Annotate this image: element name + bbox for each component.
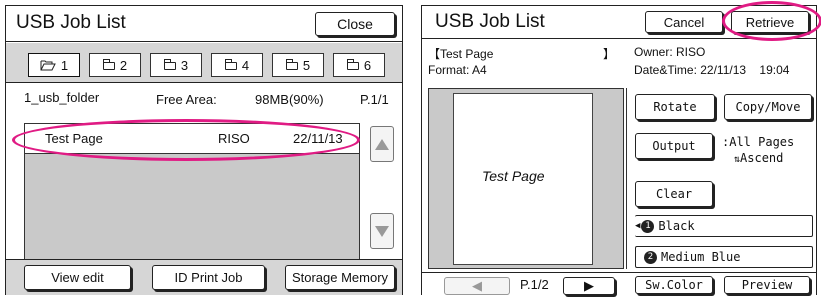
tab-folder-3[interactable]: 3 — [150, 53, 202, 77]
tab-folder-4[interactable]: 4 — [211, 53, 263, 77]
side-divider — [626, 88, 627, 269]
tab-label: 5 — [302, 57, 311, 73]
free-area-label: Free Area: — [156, 92, 217, 107]
scroll-up-button[interactable] — [370, 126, 394, 162]
arrow-left-icon: ◀ — [472, 278, 482, 293]
output-pages-info: :All Pages — [722, 135, 795, 149]
page-title: USB Job List — [16, 12, 126, 33]
copy-move-button[interactable]: Copy/Move — [724, 94, 812, 120]
usb-job-list-panel: USB Job List Close 1 2 3 4 5 6 1_usb_fol… — [5, 5, 403, 295]
rotate-button[interactable]: Rotate — [635, 94, 715, 120]
tab-label: 3 — [180, 57, 189, 73]
drum-number-badge: 1 — [641, 219, 655, 233]
open-folder-icon — [40, 60, 56, 71]
tab-label: 4 — [241, 57, 250, 73]
output-button[interactable]: Output — [635, 133, 713, 159]
highlight-ellipse — [722, 1, 821, 41]
color-drum-1[interactable]: ◀ 1 Black — [635, 215, 813, 237]
highlight-ellipse — [12, 119, 360, 161]
folder-icon — [102, 58, 115, 70]
preview-button[interactable]: Preview — [724, 276, 810, 294]
tab-label: 2 — [119, 57, 128, 73]
document-title: 【Test Page — [428, 45, 493, 62]
arrow-right-icon: ▶ — [584, 278, 594, 293]
next-page-button[interactable]: ▶ — [563, 277, 615, 295]
sw-color-button[interactable]: Sw.Color — [635, 276, 713, 294]
folder-name: 1_usb_folder — [24, 90, 100, 105]
document-title-bracket: 】 — [603, 47, 616, 61]
color-name: Black — [658, 219, 695, 233]
arrow-up-icon — [375, 138, 389, 150]
view-edit-button[interactable]: View edit — [24, 265, 131, 290]
thumbnail-text: Test Page — [482, 168, 545, 184]
page-thumbnail: Test Page — [453, 93, 593, 265]
page-title: USB Job List — [435, 11, 545, 32]
folder-icon — [285, 58, 298, 70]
title-bar: USB Job List Close — [6, 6, 402, 42]
cancel-button[interactable]: Cancel — [645, 11, 723, 33]
previous-page-button[interactable]: ◀ — [444, 277, 510, 295]
free-area-value: 98MB(90%) — [255, 92, 324, 107]
arrow-down-icon — [375, 225, 389, 237]
id-print-job-button[interactable]: ID Print Job — [152, 265, 265, 290]
scroll-down-button[interactable] — [370, 213, 394, 249]
folder-icon — [224, 58, 237, 70]
tab-folder-6[interactable]: 6 — [333, 53, 385, 77]
tab-folder-5[interactable]: 5 — [272, 53, 324, 77]
color-name: Medium Blue — [661, 250, 741, 264]
selected-marker-icon: ◀ — [635, 221, 641, 231]
storage-memory-button[interactable]: Storage Memory — [285, 265, 395, 290]
clear-button[interactable]: Clear — [635, 181, 713, 207]
color-drum-2[interactable]: 2 Medium Blue — [635, 246, 813, 268]
date-time-info: Date&Time: 22/11/13 19:04 — [634, 63, 790, 77]
preview-area: Test Page — [428, 88, 624, 269]
drum-number-badge: 2 — [644, 250, 657, 264]
tab-folder-1[interactable]: 1 — [28, 53, 80, 77]
folder-tabs: 1 2 3 4 5 6 — [6, 43, 402, 83]
folder-icon — [163, 58, 176, 70]
job-detail-panel: USB Job List Cancel Retrieve 【Test Page … — [421, 1, 821, 295]
document-title-text: 【Test Page — [428, 47, 494, 61]
tab-folder-2[interactable]: 2 — [89, 53, 141, 77]
tab-label: 6 — [363, 57, 372, 73]
close-button[interactable]: Close — [315, 12, 395, 36]
page-indicator: P.1/1 — [360, 92, 389, 107]
tab-label: 1 — [60, 57, 69, 73]
owner-info: Owner: RISO — [634, 45, 706, 59]
output-order-info: ⇅Ascend — [734, 151, 783, 165]
page-indicator: P.1/2 — [520, 277, 549, 292]
output-order-label: Ascend — [740, 151, 784, 165]
document-format: Format: A4 — [428, 63, 487, 77]
folder-icon — [346, 58, 359, 70]
